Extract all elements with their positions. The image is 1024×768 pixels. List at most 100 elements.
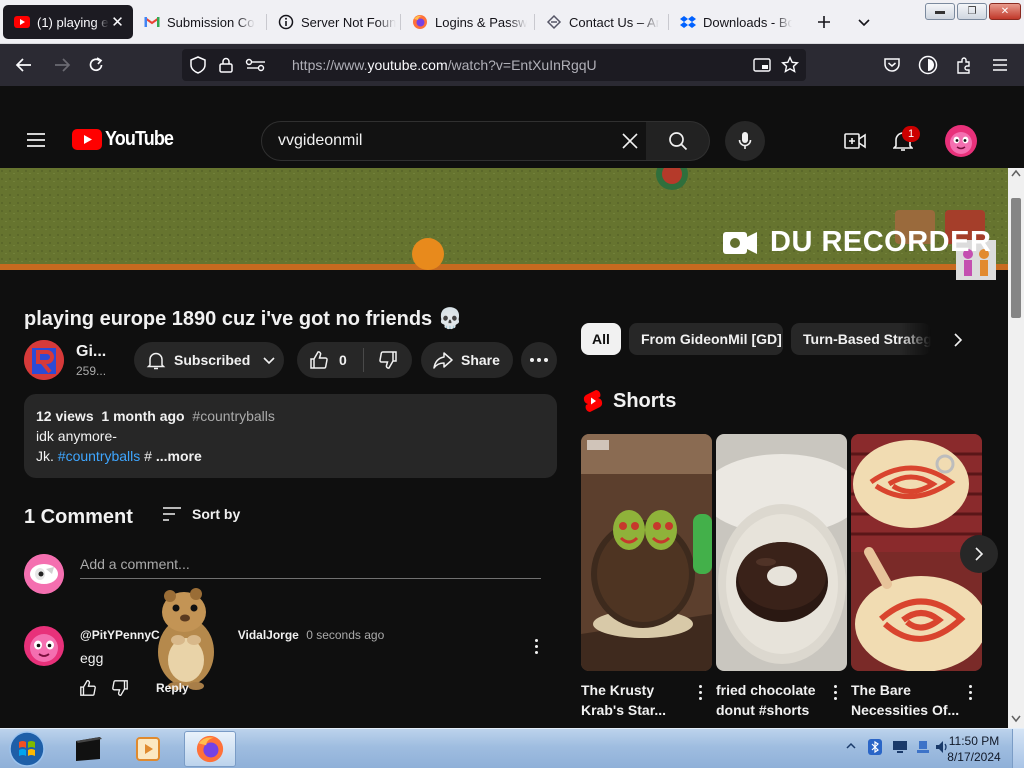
video-title: playing europe 1890 cuz i've got no frie… <box>24 308 463 330</box>
comment-author-suffix[interactable]: VidalJorge <box>238 628 299 642</box>
lock-icon[interactable] <box>214 53 238 77</box>
chip-from-channel[interactable]: From GideonMil [GD] <box>629 323 783 355</box>
chevron-right-icon <box>954 333 963 347</box>
short-menu-icon[interactable] <box>827 682 843 702</box>
create-button[interactable] <box>843 129 867 153</box>
firefox-icon <box>196 735 224 763</box>
comment-timestamp[interactable]: 0 seconds ago <box>306 628 384 642</box>
pocket-icon[interactable] <box>880 53 904 77</box>
view-count: 12 views <box>36 408 94 424</box>
dropbox-favicon <box>680 14 696 30</box>
clear-search-button[interactable] <box>618 129 642 153</box>
tab-downloads[interactable]: Downloads - Bob <box>680 6 792 38</box>
short-title[interactable]: fried chocolate donut #shorts <box>716 680 816 720</box>
description-hashtag[interactable]: #countryballs <box>192 408 275 424</box>
taskbar-app-terminal[interactable] <box>64 731 112 767</box>
short-thumbnail[interactable] <box>716 434 847 671</box>
share-arrow-icon <box>433 352 453 369</box>
page-scrollbar[interactable] <box>1008 168 1024 728</box>
chips-next-button[interactable] <box>946 328 970 352</box>
reload-button[interactable] <box>84 53 108 77</box>
search-button[interactable] <box>646 121 710 161</box>
picture-in-picture-icon[interactable] <box>750 53 774 77</box>
account-icon[interactable] <box>916 53 940 77</box>
restore-window-button[interactable]: ❐ <box>957 3 987 20</box>
tab-label: Contact Us – Amtr <box>569 14 659 30</box>
info-icon <box>278 14 294 30</box>
add-comment-input[interactable]: Add a comment... <box>80 556 190 572</box>
like-button[interactable]: 0 <box>297 342 347 378</box>
microphone-icon <box>738 132 752 149</box>
youtube-logo[interactable]: YouTube <box>72 128 181 151</box>
short-menu-icon[interactable] <box>692 682 708 702</box>
tab-youtube-active[interactable]: (1) playing europ ✕ <box>4 6 132 38</box>
short-title[interactable]: The Krusty Krab's Star... <box>581 680 666 720</box>
dislike-button[interactable] <box>364 342 398 378</box>
show-hidden-icons-button[interactable] <box>846 741 856 751</box>
bookmark-star-icon[interactable] <box>778 53 802 77</box>
url-text[interactable]: https://www.youtube.com/watch?v=EntXuInR… <box>292 57 597 73</box>
chip-turn-based-strategy[interactable]: Turn-Based Strategy <box>791 323 931 355</box>
app-menu-hamburger-icon[interactable] <box>988 53 1012 77</box>
search-input[interactable]: vvgideonmil <box>278 132 362 150</box>
close-window-button[interactable]: ✕ <box>989 3 1021 20</box>
shorts-heading: Shorts <box>613 390 677 412</box>
chevron-down-icon <box>263 357 275 365</box>
browser-tab-strip: (1) playing europ ✕ Submission Confir Se… <box>0 0 1024 44</box>
short-menu-icon[interactable] <box>962 682 978 702</box>
channel-avatar[interactable] <box>24 340 64 380</box>
share-button[interactable]: Share <box>421 342 513 378</box>
tab-separator <box>534 14 535 30</box>
channel-name[interactable]: Gi... <box>76 343 106 361</box>
back-button[interactable] <box>12 53 36 77</box>
more-actions-button[interactable] <box>521 342 557 378</box>
shorts-next-button[interactable] <box>960 535 998 573</box>
show-more-link[interactable]: ...more <box>156 448 202 464</box>
taskbar-time[interactable]: 11:50 PM <box>948 734 1000 748</box>
extensions-icon[interactable] <box>952 53 976 77</box>
tab-label: Submission Confir <box>167 14 255 30</box>
windows-logo-icon <box>9 731 45 767</box>
start-button[interactable] <box>2 731 52 767</box>
avatar[interactable] <box>945 125 977 157</box>
comment-author-avatar[interactable] <box>24 626 64 666</box>
video-player[interactable]: DU RECORDER <box>0 168 1008 290</box>
tab-server-not-found[interactable]: Server Not Found <box>278 6 396 38</box>
comment-dislike-button[interactable] <box>108 676 132 700</box>
gmail-favicon <box>144 14 160 30</box>
subscribed-button[interactable]: Subscribed <box>134 342 284 378</box>
chip-all[interactable]: All <box>581 323 621 355</box>
user-avatar <box>24 554 64 594</box>
taskbar-app-firefox-active[interactable] <box>184 731 236 767</box>
short-thumbnail[interactable] <box>581 434 712 671</box>
tab-logins-passwords[interactable]: Logins & Passwords <box>412 6 528 38</box>
display-tray-icon[interactable] <box>892 740 908 754</box>
comment-like-button[interactable] <box>76 676 100 700</box>
chevron-up-icon <box>846 742 856 749</box>
tab-gmail[interactable]: Submission Confir <box>144 6 256 38</box>
thumbs-down-icon <box>379 351 397 369</box>
comment-menu-icon[interactable] <box>528 636 544 656</box>
tab-separator <box>668 14 669 30</box>
tracking-protection-shield-icon[interactable] <box>186 53 210 77</box>
short-title[interactable]: The Bare Necessities Of... <box>851 680 959 720</box>
tab-contact-us[interactable]: Contact Us – Amtr <box>546 6 660 38</box>
sort-comments-button[interactable]: Sort by <box>162 503 240 525</box>
taskbar-app-media-player[interactable] <box>124 731 172 767</box>
reply-button[interactable]: Reply <box>156 681 189 695</box>
minimize-window-button[interactable]: ▬ <box>925 3 955 20</box>
new-tab-button[interactable] <box>812 10 836 34</box>
network-tray-icon[interactable] <box>916 739 930 755</box>
voice-search-button[interactable] <box>725 121 765 161</box>
forward-button[interactable] <box>50 53 74 77</box>
taskbar-date[interactable]: 8/17/2024 <box>944 750 1004 764</box>
show-desktop-button[interactable] <box>1012 729 1024 768</box>
permissions-icon[interactable] <box>244 53 268 77</box>
list-all-tabs-button[interactable] <box>852 10 876 34</box>
description-hashtag-link[interactable]: #countryballs <box>58 448 141 464</box>
bluetooth-tray-icon[interactable] <box>868 739 882 755</box>
shorts-logo-icon <box>583 389 603 413</box>
guide-menu-button[interactable] <box>24 128 48 152</box>
close-tab-icon[interactable]: ✕ <box>109 13 126 31</box>
firefox-icon <box>412 14 428 30</box>
